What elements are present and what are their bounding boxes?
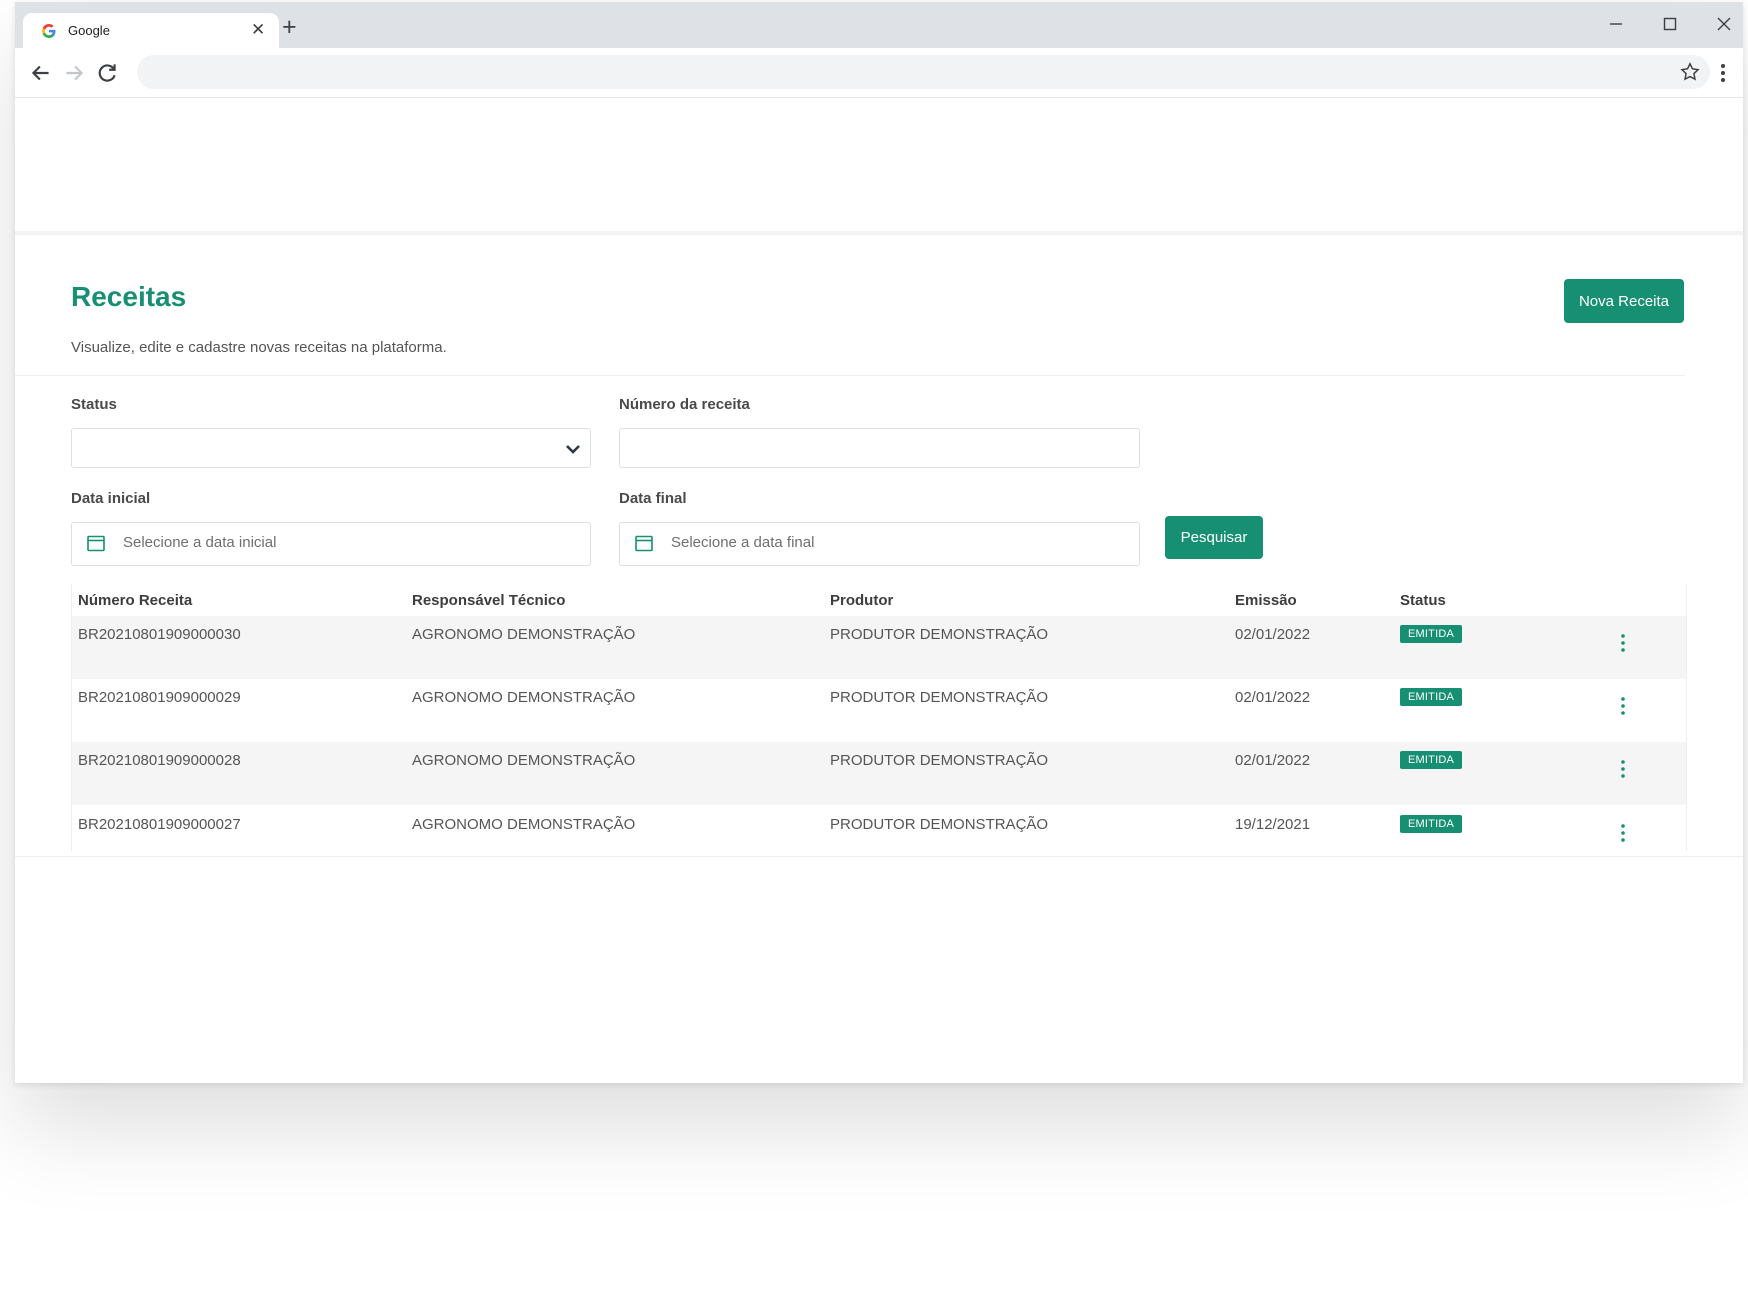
number-label: Número da receita (619, 396, 750, 413)
calendar-icon (87, 535, 105, 552)
reload-icon[interactable] (94, 60, 120, 86)
start-date-input[interactable]: Selecione a data inicial (71, 522, 591, 566)
cell-responsavel: AGRONOMO DEMONSTRAÇÃO (412, 626, 636, 643)
search-button[interactable]: Pesquisar (1165, 516, 1263, 559)
section-divider (15, 375, 1685, 376)
cell-responsavel: AGRONOMO DEMONSTRAÇÃO (412, 689, 636, 706)
kebab-menu-icon[interactable] (1713, 61, 1733, 85)
calendar-icon (635, 535, 653, 552)
table-row[interactable]: BR20210801909000030 AGRONOMO DEMONSTRAÇÃ… (72, 616, 1686, 679)
start-date-placeholder: Selecione a data inicial (123, 534, 277, 551)
column-header-emissao: Emissão (1235, 592, 1297, 609)
prescription-number-input[interactable] (619, 428, 1140, 468)
cell-produtor: PRODUTOR DEMONSTRAÇÃO (830, 689, 1049, 706)
cell-numero: BR20210801909000029 (78, 689, 241, 706)
column-header-produtor: Produtor (830, 592, 894, 609)
column-header-responsavel: Responsável Técnico (412, 592, 566, 609)
page-header-band (15, 98, 1743, 235)
cell-produtor: PRODUTOR DEMONSTRAÇÃO (830, 752, 1049, 769)
cell-responsavel: AGRONOMO DEMONSTRAÇÃO (412, 752, 636, 769)
column-header-numero: Número Receita (78, 592, 193, 609)
cell-emissao: 19/12/2021 (1235, 816, 1311, 833)
cell-numero: BR20210801909000028 (78, 752, 241, 769)
google-icon (42, 24, 56, 38)
cell-emissao: 02/01/2022 (1235, 626, 1311, 643)
status-badge: EMITIDA (1400, 688, 1463, 706)
end-date-input[interactable]: Selecione a data final (619, 522, 1140, 566)
browser-window: Google ✕ + Receitas Visualize, edite e c… (15, 2, 1743, 1083)
bookmark-star-icon[interactable] (1679, 61, 1701, 83)
browser-tab[interactable]: Google ✕ (23, 13, 279, 48)
forward-arrow-icon[interactable] (61, 60, 87, 86)
browser-toolbar (15, 48, 1743, 98)
chevron-down-icon (566, 445, 580, 454)
prescriptions-table: Número Receita Responsável Técnico Produ… (71, 584, 1687, 851)
new-prescription-button[interactable]: Nova Receita (1564, 279, 1684, 323)
cell-emissao: 02/01/2022 (1235, 689, 1311, 706)
cell-emissao: 02/01/2022 (1235, 752, 1311, 769)
status-badge: EMITIDA (1400, 815, 1463, 833)
cell-produtor: PRODUTOR DEMONSTRAÇÃO (830, 626, 1049, 643)
cell-numero: BR20210801909000027 (78, 816, 241, 833)
row-actions-icon[interactable] (1616, 695, 1630, 717)
tab-close-icon[interactable]: ✕ (251, 21, 265, 39)
status-label: Status (71, 396, 117, 413)
back-arrow-icon[interactable] (28, 60, 54, 86)
page-title: Receitas (71, 281, 187, 312)
tab-title: Google (68, 23, 110, 38)
cell-numero: BR20210801909000030 (78, 626, 241, 643)
new-tab-button[interactable]: + (282, 15, 297, 40)
status-badge: EMITIDA (1400, 625, 1463, 643)
address-bar[interactable] (137, 55, 1710, 89)
page-content: Receitas Visualize, edite e cadastre nov… (15, 98, 1743, 1083)
minimize-icon[interactable] (1604, 12, 1628, 36)
maximize-icon[interactable] (1658, 12, 1682, 36)
cell-produtor: PRODUTOR DEMONSTRAÇÃO (830, 816, 1049, 833)
start-date-label: Data inicial (71, 490, 151, 507)
tab-strip: Google ✕ + (15, 2, 1743, 48)
page-subtitle: Visualize, edite e cadastre novas receit… (71, 339, 447, 356)
table-row[interactable]: BR20210801909000028 AGRONOMO DEMONSTRAÇÃ… (72, 742, 1686, 805)
content-bottom-divider (15, 856, 1743, 857)
row-actions-icon[interactable] (1616, 758, 1630, 780)
row-actions-icon[interactable] (1616, 822, 1630, 844)
row-actions-icon[interactable] (1616, 632, 1630, 654)
status-badge: EMITIDA (1400, 751, 1463, 769)
table-row[interactable]: BR20210801909000027 AGRONOMO DEMONSTRAÇÃ… (72, 806, 1686, 851)
end-date-placeholder: Selecione a data final (671, 534, 815, 551)
end-date-label: Data final (619, 490, 687, 507)
table-row[interactable]: BR20210801909000029 AGRONOMO DEMONSTRAÇÃ… (72, 679, 1686, 742)
column-header-status: Status (1400, 592, 1446, 609)
close-window-icon[interactable] (1712, 12, 1736, 36)
cell-responsavel: AGRONOMO DEMONSTRAÇÃO (412, 816, 636, 833)
status-select[interactable] (71, 428, 591, 468)
